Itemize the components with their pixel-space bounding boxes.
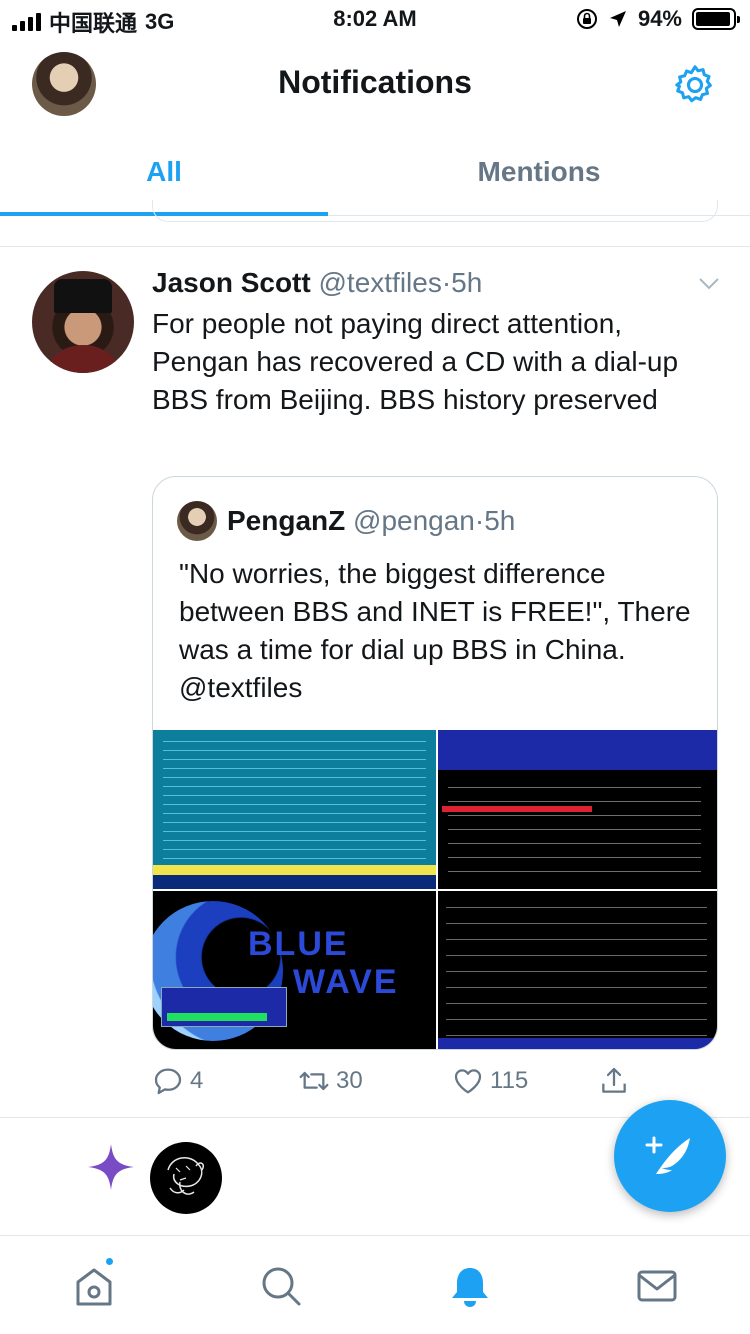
media-image-3[interactable]: BLUE WAVE [153, 891, 436, 1049]
quoted-tweet[interactable]: PenganZ @pengan·5h "No worries, the bigg… [152, 476, 718, 1050]
quoted-author-avatar [177, 501, 217, 541]
tweet-author-avatar[interactable] [32, 271, 134, 373]
battery-percent: 94% [637, 6, 682, 31]
divider [0, 246, 750, 247]
battery-level [696, 12, 730, 26]
quoted-tweet-text: "No worries, the biggest difference betw… [179, 558, 691, 703]
reply-count: 4 [190, 1067, 204, 1094]
media-image-1[interactable] [153, 730, 436, 889]
search-icon[interactable] [257, 1262, 305, 1310]
sparkle-icon [88, 1144, 134, 1190]
tweet-time: 5h [451, 267, 483, 298]
share-icon [602, 1067, 626, 1093]
status-bar: 中国联通 3G 8:02 AM 94% [0, 0, 750, 40]
bottom-navigation [0, 1235, 750, 1334]
tweet-author-handle[interactable]: @textfiles [318, 267, 441, 298]
retweet-icon [299, 1071, 329, 1091]
orientation-lock-icon [576, 9, 597, 29]
reply-button[interactable]: 4 [152, 1065, 203, 1097]
like-count: 115 [490, 1067, 529, 1094]
tweet-separator: · [441, 267, 452, 298]
tweet-header: Jason Scott @textfiles·5h [152, 267, 482, 299]
reply-icon [154, 1068, 182, 1095]
home-icon[interactable] [70, 1262, 118, 1310]
retweet-count: 30 [336, 1067, 363, 1094]
tweet-author-name[interactable]: Jason Scott [152, 267, 311, 298]
share-button[interactable] [598, 1065, 630, 1097]
heart-icon [454, 1069, 482, 1094]
chevron-down-icon[interactable] [698, 277, 720, 291]
header: Notifications [0, 40, 750, 130]
quoted-media-grid: BLUE WAVE [153, 730, 717, 1049]
tweet-actions: 4 30 115 [152, 1065, 652, 1101]
quoted-author-handle: @pengan [353, 505, 475, 536]
quoted-author-name: PenganZ [227, 505, 346, 536]
quoted-time: 5h [484, 505, 516, 536]
tab-mentions[interactable]: Mentions [328, 156, 750, 188]
bell-icon[interactable] [446, 1262, 494, 1310]
new-content-dot [104, 1256, 115, 1267]
tab-all[interactable]: All [0, 156, 328, 188]
page-title: Notifications [278, 64, 472, 100]
compose-tweet-button[interactable] [614, 1100, 726, 1212]
previous-card-edge [152, 200, 718, 222]
compose-tweet-icon [645, 1136, 690, 1174]
avatar-doodle-icon [167, 1157, 205, 1195]
gear-icon[interactable] [672, 62, 718, 108]
quoted-separator: · [474, 505, 485, 536]
mail-icon[interactable] [633, 1262, 681, 1310]
media-image-2[interactable] [438, 730, 717, 889]
retweet-button[interactable]: 30 [298, 1065, 363, 1097]
notification-avatar[interactable] [150, 1142, 222, 1214]
media-image-4[interactable] [438, 891, 717, 1049]
quoted-tweet-header: PenganZ @pengan·5h [227, 505, 515, 537]
status-right: 94% [576, 6, 740, 32]
tweet-text: For people not paying direct attention, … [152, 308, 679, 415]
location-icon [609, 11, 626, 27]
battery-icon [692, 8, 740, 30]
like-button[interactable]: 115 [452, 1065, 528, 1097]
